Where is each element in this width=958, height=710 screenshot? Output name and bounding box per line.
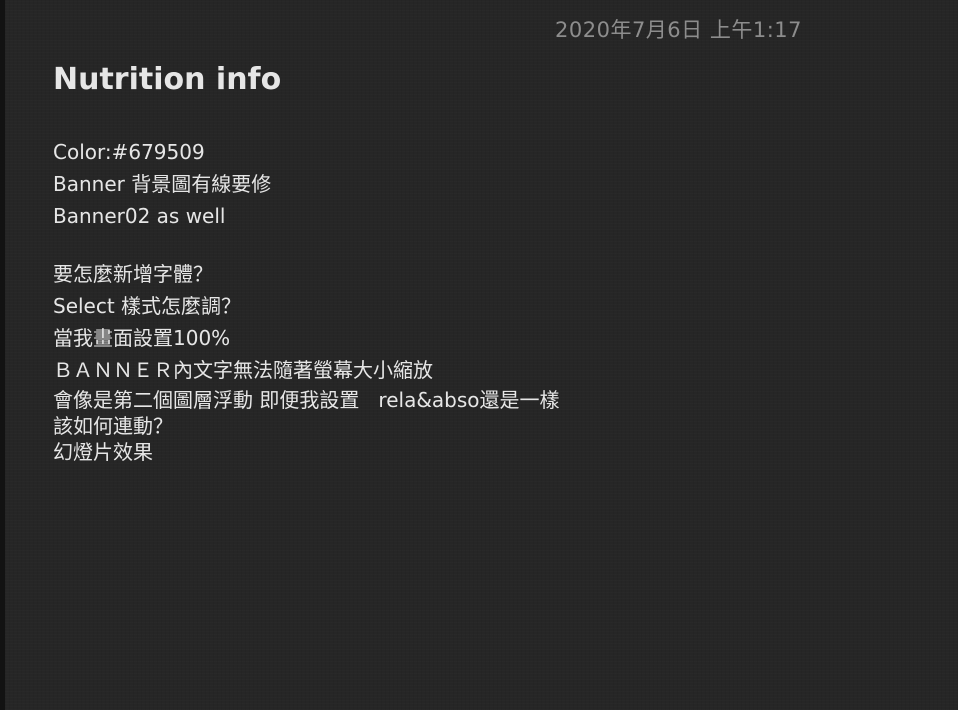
note-line: 該如何連動？ [53, 414, 173, 438]
note-line: Banner 背景圖有線要修 [53, 172, 272, 196]
note-timestamp: 2020年7月6日 上午1:17 [555, 18, 802, 42]
note-line: Select 樣式怎麼調？ [53, 294, 242, 318]
note-line: ＢＡＮＮＥＲ內文字無法隨著螢幕大小縮放 [53, 358, 433, 382]
note-window: 2020年7月6日 上午1:17 Nutrition info Color:#6… [0, 0, 958, 710]
note-line: Color:#679509 [53, 140, 205, 164]
note-line: 要怎麼新增字體？ [53, 262, 213, 286]
note-title[interactable]: Nutrition info [53, 62, 281, 97]
note-line: 當我畫面設置100% [53, 326, 231, 350]
note-line: Banner02 as well [53, 204, 226, 228]
note-line: 會像是第二個圖層浮動 即便我設置 rela&abso還是一樣 [53, 388, 560, 412]
note-line: 幻燈片效果 [53, 440, 153, 464]
note-body-editor[interactable]: Color:#679509 Banner 背景圖有線要修 Banner02 as… [53, 136, 933, 464]
